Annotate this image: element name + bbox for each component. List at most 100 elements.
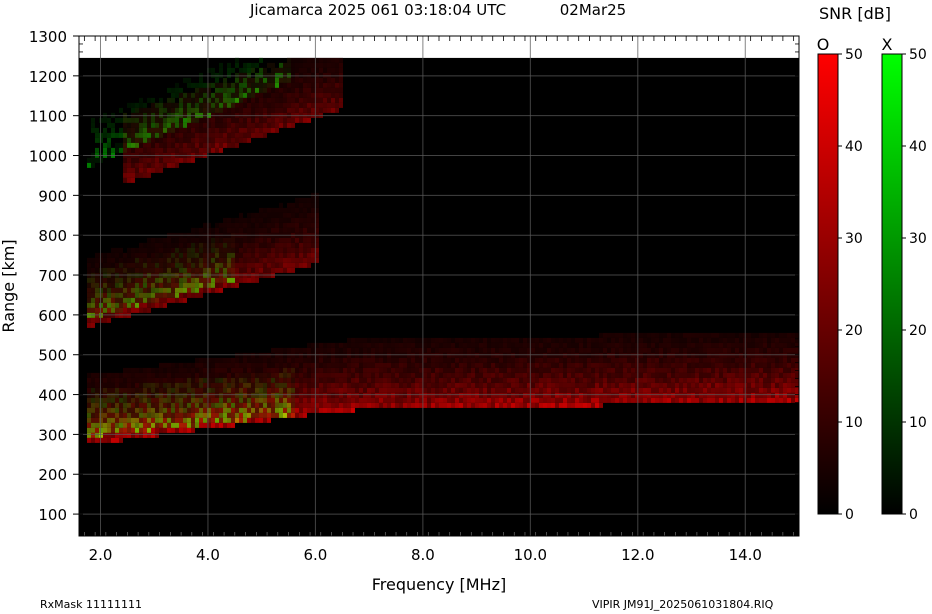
heatmap-cell (391, 382, 395, 388)
heatmap-cell (587, 352, 591, 358)
heatmap-cell (139, 137, 143, 143)
heatmap-cell (247, 352, 251, 358)
heatmap-cell (119, 392, 123, 398)
heatmap-cell (383, 387, 387, 393)
heatmap-cell (323, 387, 327, 393)
heatmap-cell (159, 292, 163, 298)
heatmap-cell (663, 342, 667, 348)
heatmap-cell (251, 62, 255, 68)
heatmap-cell (183, 77, 187, 83)
heatmap-cell (395, 357, 399, 363)
heatmap-cell (575, 382, 579, 388)
heatmap-cell (95, 377, 99, 383)
heatmap-cell (183, 297, 187, 303)
heatmap-cell (127, 372, 131, 378)
heatmap-cell (635, 332, 639, 338)
heatmap-cell (487, 397, 491, 403)
heatmap-cell (291, 117, 295, 123)
heatmap-cell (255, 417, 259, 423)
heatmap-cell (267, 362, 271, 368)
heatmap-cell (175, 282, 179, 288)
heatmap-cell (323, 352, 327, 358)
heatmap-cell (691, 377, 695, 383)
heatmap-cell (219, 67, 223, 73)
heatmap-cell (171, 237, 175, 243)
heatmap-cell (155, 417, 159, 423)
heatmap-cell (471, 337, 475, 343)
heatmap-cell (231, 282, 235, 288)
heatmap-cell (191, 247, 195, 253)
heatmap-cell (471, 397, 475, 403)
heatmap-cell (667, 357, 671, 363)
heatmap-cell (155, 127, 159, 133)
heatmap-cell (311, 237, 315, 243)
heatmap-cell (251, 102, 255, 108)
heatmap-cell (139, 432, 143, 438)
heatmap-cell (143, 147, 147, 153)
heatmap-cell (643, 367, 647, 373)
heatmap-cell (735, 387, 739, 393)
heatmap-cell (555, 347, 559, 353)
heatmap-cell (335, 387, 339, 393)
heatmap-cell (571, 357, 575, 363)
heatmap-cell (143, 267, 147, 273)
heatmap-cell (283, 212, 287, 218)
heatmap-cell (115, 257, 119, 263)
heatmap-cell (119, 302, 123, 308)
heatmap-cell (423, 362, 427, 368)
heatmap-cell (147, 287, 151, 293)
heatmap-cell (119, 252, 123, 258)
heatmap-cell (203, 392, 207, 398)
heatmap-cell (483, 377, 487, 383)
heatmap-cell (159, 127, 163, 133)
heatmap-cell (551, 347, 555, 353)
heatmap-cell (515, 387, 519, 393)
heatmap-cell (275, 347, 279, 353)
heatmap-cell (631, 342, 635, 348)
heatmap-cell (339, 392, 343, 398)
heatmap-cell (283, 242, 287, 248)
heatmap-cell (363, 352, 367, 358)
heatmap-cell (355, 372, 359, 378)
heatmap-cell (735, 332, 739, 338)
heatmap-cell (583, 372, 587, 378)
heatmap-cell (307, 347, 311, 353)
heatmap-cell (335, 357, 339, 363)
heatmap-cell (175, 392, 179, 398)
heatmap-cell (183, 422, 187, 428)
heatmap-cell (231, 102, 235, 108)
heatmap-cell (403, 337, 407, 343)
heatmap-cell (343, 387, 347, 393)
heatmap-cell (707, 342, 711, 348)
heatmap-cell (235, 107, 239, 113)
heatmap-cell (159, 267, 163, 273)
heatmap-cell (751, 352, 755, 358)
heatmap-cell (599, 392, 603, 398)
heatmap-cell (191, 417, 195, 423)
heatmap-cell (567, 357, 571, 363)
heatmap-cell (339, 387, 343, 393)
heatmap-cell (615, 397, 619, 403)
heatmap-cell (535, 357, 539, 363)
heatmap-cell (575, 377, 579, 383)
heatmap-cell (227, 402, 231, 408)
heatmap-cell (587, 392, 591, 398)
heatmap-cell (131, 172, 135, 178)
heatmap-cell (95, 292, 99, 298)
heatmap-cell (579, 362, 583, 368)
heatmap-cell (711, 397, 715, 403)
heatmap-cell (775, 342, 779, 348)
heatmap-cell (115, 382, 119, 388)
heatmap-cell (187, 77, 191, 83)
heatmap-cell (275, 212, 279, 218)
heatmap-cell (87, 297, 91, 303)
heatmap-cell (191, 267, 195, 273)
heatmap-cell (471, 347, 475, 353)
heatmap-cell (395, 362, 399, 368)
heatmap-cell (459, 392, 463, 398)
x-axis-label: Frequency [MHz] (372, 575, 506, 594)
heatmap-cell (291, 207, 295, 213)
heatmap-cell (211, 387, 215, 393)
heatmap-cell (371, 382, 375, 388)
heatmap-cell (91, 282, 95, 288)
